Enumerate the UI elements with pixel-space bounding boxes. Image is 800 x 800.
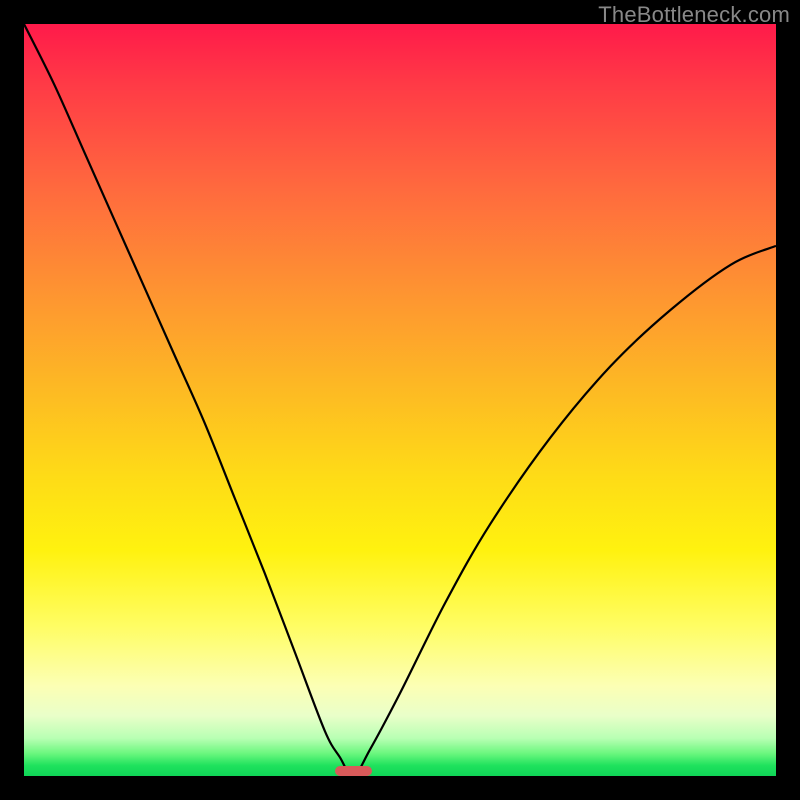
bottleneck-curve-path [24, 24, 776, 776]
outer-frame: TheBottleneck.com [0, 0, 800, 800]
minimum-marker [335, 766, 373, 776]
curve-svg [24, 24, 776, 776]
plot-area [24, 24, 776, 776]
